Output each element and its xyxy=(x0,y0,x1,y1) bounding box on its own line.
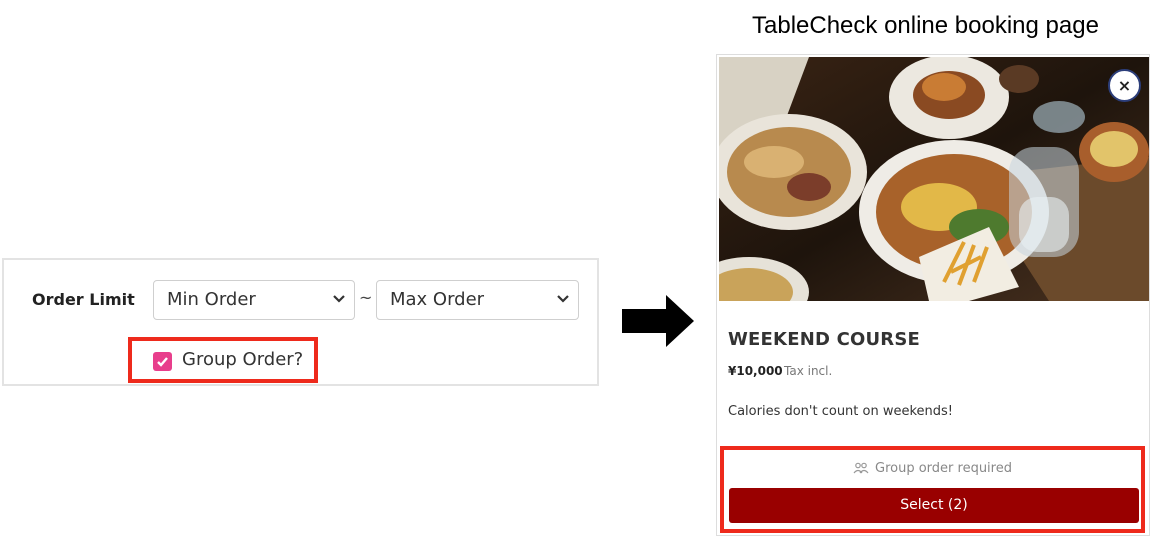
group-order-label: Group Order? xyxy=(182,349,304,370)
course-photo: × xyxy=(719,57,1149,301)
arrow-right-icon xyxy=(622,295,694,347)
max-order-select[interactable]: Max Order xyxy=(376,280,579,320)
chevron-down-icon xyxy=(557,295,569,303)
course-description: Calories don't count on weekends! xyxy=(728,404,954,419)
close-icon[interactable]: × xyxy=(1108,69,1141,102)
select-button[interactable]: Select (2) xyxy=(729,488,1139,523)
min-order-select[interactable]: Min Order xyxy=(153,280,355,320)
max-order-value: Max Order xyxy=(390,289,485,310)
group-order-highlight: Group Order? xyxy=(128,337,318,383)
select-highlight: Group order required Select (2) xyxy=(720,446,1145,533)
tax-note: Tax incl. xyxy=(784,364,833,378)
group-icon xyxy=(853,462,869,474)
course-card: × WEEKEND COURSE ¥10,000 Tax incl. Calor… xyxy=(716,54,1150,536)
range-separator: ~ xyxy=(359,288,373,307)
booking-page-caption: TableCheck online booking page xyxy=(752,12,1099,39)
check-icon xyxy=(157,357,168,367)
group-order-notice-text: Group order required xyxy=(875,461,1012,476)
course-name: WEEKEND COURSE xyxy=(728,329,921,350)
course-price: ¥10,000 xyxy=(728,364,783,378)
group-order-checkbox[interactable] xyxy=(153,352,172,371)
group-order-notice: Group order required xyxy=(724,461,1141,476)
chevron-down-icon xyxy=(333,295,345,303)
order-settings-panel: Order Limit Min Order ~ Max Order Group … xyxy=(2,258,599,386)
min-order-value: Min Order xyxy=(167,289,256,310)
order-limit-label: Order Limit xyxy=(32,290,135,309)
